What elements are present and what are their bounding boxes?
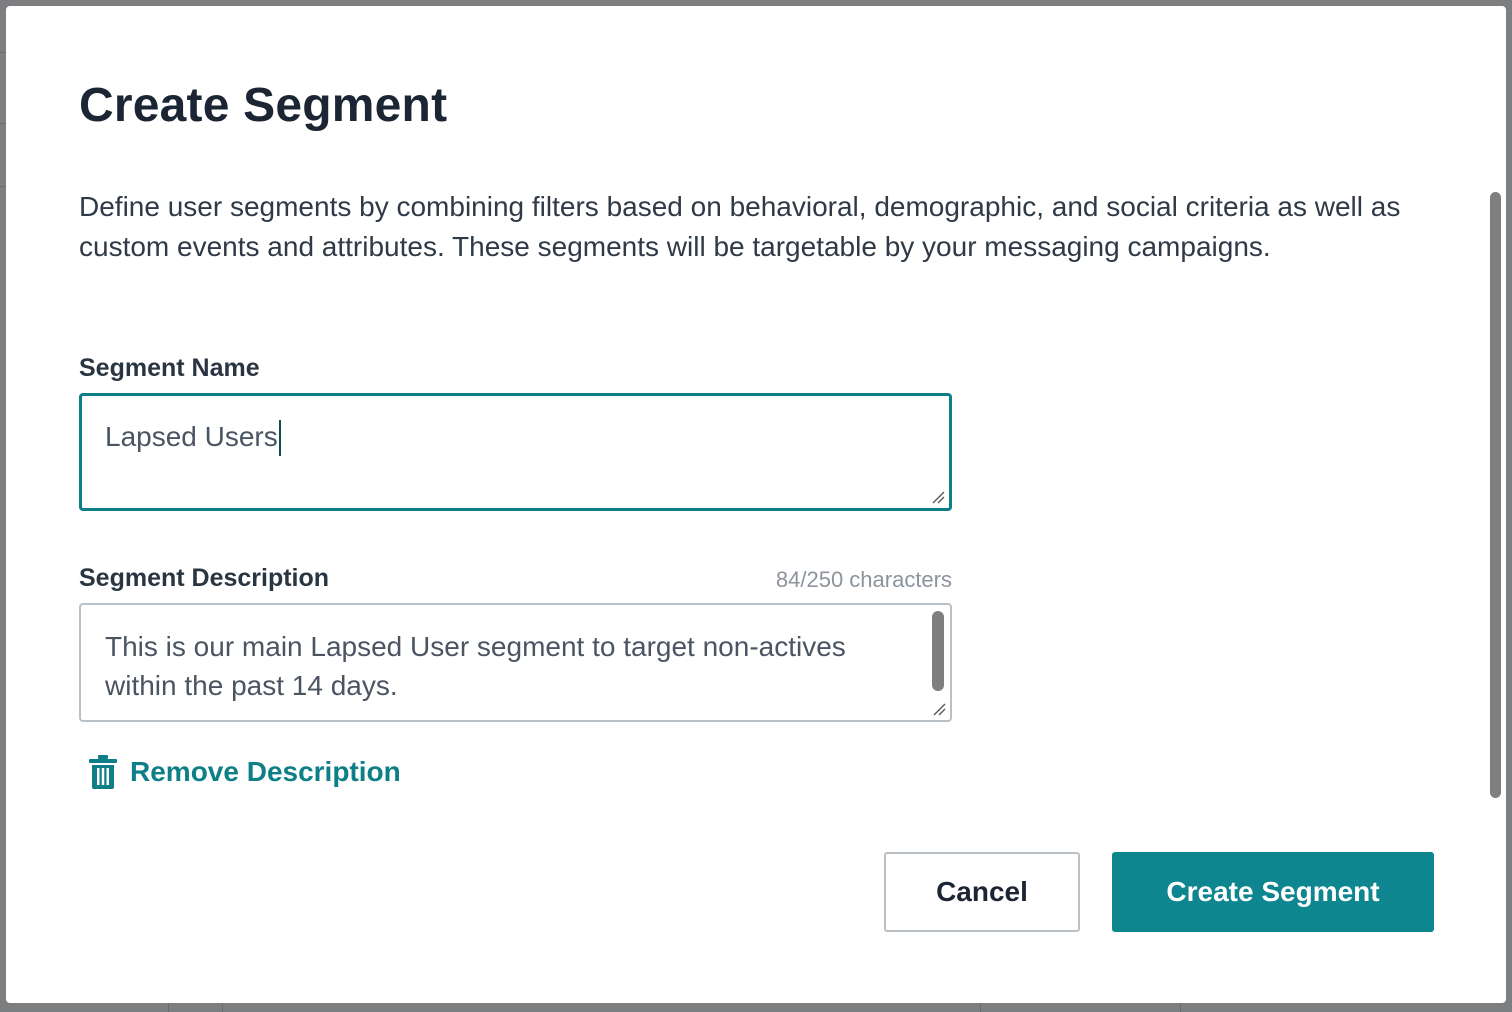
segment-description-value: This is our main Lapsed User segment to …: [105, 631, 846, 701]
background-divider: [1180, 1003, 1181, 1012]
cancel-button[interactable]: Cancel: [884, 852, 1080, 932]
remove-description-button[interactable]: Remove Description: [88, 754, 401, 790]
character-count: 84/250 characters: [775, 567, 952, 592]
text-caret: [279, 420, 281, 456]
resize-handle-icon[interactable]: [932, 702, 946, 716]
create-segment-modal: Create Segment Define user segments by c…: [6, 6, 1506, 1003]
segment-name-input[interactable]: Lapsed Users: [79, 393, 952, 511]
trash-icon: [89, 755, 117, 789]
segment-name-label: Segment Name: [79, 354, 260, 382]
segment-description-label: Segment Description: [79, 564, 330, 592]
modal-title: Create Segment: [79, 79, 448, 132]
background-divider: [168, 1003, 169, 1012]
modal-scrollbar[interactable]: [1490, 192, 1501, 798]
background-divider: [222, 1003, 223, 1012]
segment-name-value: Lapsed Users: [105, 421, 278, 452]
modal-description: Define user segments by combining filter…: [79, 191, 1401, 262]
segment-description-textarea[interactable]: This is our main Lapsed User segment to …: [79, 603, 952, 722]
textarea-scrollbar[interactable]: [932, 611, 944, 691]
resize-handle-icon[interactable]: [931, 490, 945, 504]
remove-description-label: Remove Description: [130, 756, 401, 787]
background-divider: [980, 1003, 981, 1012]
create-segment-button[interactable]: Create Segment: [1112, 852, 1434, 932]
